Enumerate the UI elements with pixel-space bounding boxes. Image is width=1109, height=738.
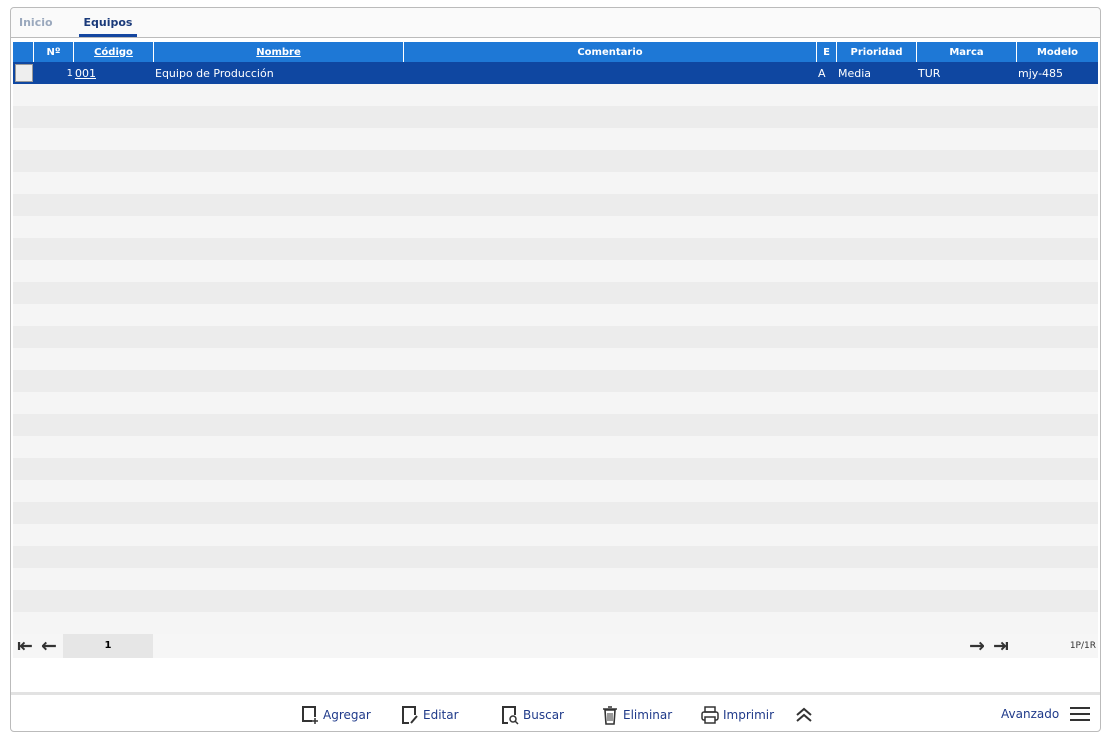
row-checkbox[interactable] xyxy=(13,64,34,82)
empty-row xyxy=(13,480,1098,502)
select-column-header xyxy=(13,42,34,62)
col-nombre[interactable]: Nombre xyxy=(154,42,404,62)
empty-row xyxy=(13,458,1098,480)
empty-row xyxy=(13,370,1098,392)
col-prioridad: Prioridad xyxy=(837,42,917,62)
search-icon xyxy=(502,706,519,725)
col-e: E xyxy=(817,42,837,62)
edit-icon xyxy=(402,706,418,724)
pagination: ⇤ ← 1 → ⇥ 1P/1R xyxy=(13,634,1098,658)
empty-row xyxy=(13,172,1098,194)
col-modelo: Modelo xyxy=(1036,46,1079,58)
col-marca: Marca xyxy=(917,42,1017,62)
row-nombre: Equipo de Producción xyxy=(155,66,274,80)
printer-icon xyxy=(701,706,719,724)
empty-row xyxy=(13,84,1098,106)
empty-row xyxy=(13,194,1098,216)
empty-row xyxy=(13,590,1098,612)
edit-label: Editar xyxy=(423,708,459,722)
collapse-button[interactable] xyxy=(795,705,813,725)
last-page-icon[interactable]: ⇥ xyxy=(993,635,1009,657)
empty-row xyxy=(13,304,1098,326)
window: Inicio Equipos Nº Código Nombre Comentar… xyxy=(10,7,1101,732)
empty-row xyxy=(13,436,1098,458)
empty-row xyxy=(13,128,1098,150)
page-number[interactable]: 1 xyxy=(63,634,153,658)
edit-button[interactable]: Editar xyxy=(401,705,459,725)
advanced-label: Avanzado xyxy=(1001,707,1060,721)
empty-row xyxy=(13,282,1098,304)
row-number: 1 xyxy=(66,67,73,79)
print-label: Imprimir xyxy=(723,708,775,722)
search-button[interactable]: Buscar xyxy=(501,705,564,725)
toolbar: Agregar Editar Buscar Eliminar Imprimir … xyxy=(11,692,1100,732)
next-page-icon[interactable]: → xyxy=(969,635,985,657)
add-icon xyxy=(302,706,318,724)
tab-inicio[interactable]: Inicio xyxy=(19,16,53,29)
empty-row xyxy=(13,238,1098,260)
empty-row xyxy=(13,414,1098,436)
empty-row xyxy=(13,524,1098,546)
empty-row xyxy=(13,392,1098,414)
search-label: Buscar xyxy=(523,708,564,722)
tab-bar: Inicio Equipos xyxy=(11,8,1100,38)
row-e: A xyxy=(818,66,826,80)
table-header: Nº Código Nombre Comentario E Prioridad … xyxy=(13,42,1098,62)
delete-button[interactable]: Eliminar xyxy=(601,705,672,725)
delete-label: Eliminar xyxy=(623,708,673,722)
empty-row xyxy=(13,106,1098,128)
empty-row xyxy=(13,502,1098,524)
row-modelo: mjy-485 xyxy=(1018,66,1064,80)
row-prioridad: Media xyxy=(838,66,872,80)
col-comentario: Comentario xyxy=(404,42,817,62)
row-codigo-link[interactable]: 001 xyxy=(74,67,154,80)
add-label: Agregar xyxy=(323,708,371,722)
empty-row xyxy=(13,260,1098,282)
equipment-table: Nº Código Nombre Comentario E Prioridad … xyxy=(13,42,1098,634)
print-button[interactable]: Imprimir xyxy=(701,705,774,725)
empty-row xyxy=(13,216,1098,238)
add-button[interactable]: Agregar xyxy=(301,705,371,725)
double-chevron-up-icon xyxy=(796,707,812,722)
empty-row xyxy=(13,612,1098,634)
table-row[interactable]: 1 001 Equipo de Producción A Media TUR m… xyxy=(13,62,1098,84)
empty-row xyxy=(13,568,1098,590)
trash-icon xyxy=(603,706,617,725)
empty-row xyxy=(13,546,1098,568)
empty-row xyxy=(13,326,1098,348)
advanced-button[interactable]: Avanzado xyxy=(1001,705,1091,723)
tab-equipos[interactable]: Equipos xyxy=(79,16,137,37)
col-codigo[interactable]: Código xyxy=(74,42,154,62)
row-marca: TUR xyxy=(918,66,941,80)
menu-icon xyxy=(1070,707,1091,721)
col-numero: Nº xyxy=(34,42,74,62)
empty-row xyxy=(13,348,1098,370)
empty-row xyxy=(13,150,1098,172)
first-page-icon[interactable]: ⇤ xyxy=(17,635,33,657)
page-info: 1P/1R xyxy=(1069,641,1096,651)
prev-page-icon[interactable]: ← xyxy=(41,635,57,657)
